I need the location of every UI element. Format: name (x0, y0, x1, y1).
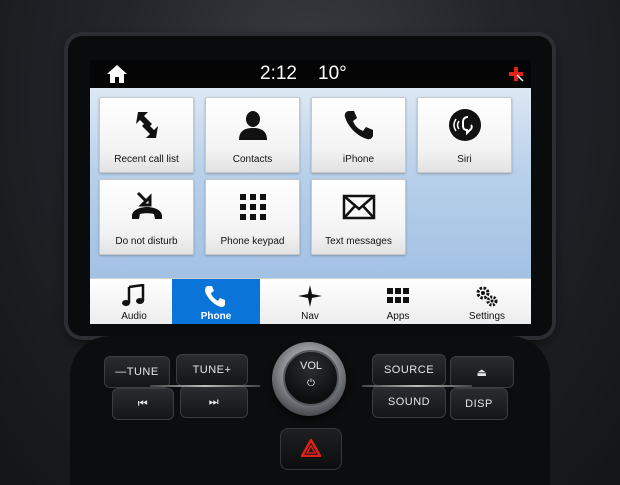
tune-up-button[interactable]: TUNE+ (176, 354, 248, 386)
nav-label: Settings (468, 311, 506, 322)
keypad-grid-icon (236, 190, 270, 224)
trim-strip (362, 385, 472, 387)
contact-person-icon (236, 108, 270, 142)
tile-label: Do not disturb (115, 236, 178, 247)
tile-label: Siri (457, 154, 472, 165)
tile-label: iPhone (342, 154, 375, 165)
recent-calls-icon (130, 108, 164, 142)
envelope-icon (342, 190, 376, 224)
tile-do-not-disturb[interactable]: Do not disturb (99, 179, 194, 255)
outside-temperature: 10° (318, 63, 347, 84)
phone-menu-area: Recent call list Contacts iPhone Siri Do… (90, 88, 531, 278)
power-icon: ⏻ (307, 378, 315, 389)
status-bar: 2:12 10° (90, 60, 531, 88)
volume-knob-face[interactable]: VOL ⏻ (283, 350, 339, 406)
tile-label: Phone keypad (220, 236, 285, 247)
nav-audio[interactable]: Audio (90, 279, 178, 324)
seek-forward-button[interactable]: ⏭ (180, 386, 248, 418)
nav-navigation[interactable]: Nav (266, 279, 354, 324)
tile-label: Text messages (325, 236, 392, 247)
tile-siri[interactable]: Siri (417, 97, 512, 173)
source-button[interactable]: SOURCE (372, 354, 446, 386)
clock: 2:12 (260, 63, 297, 84)
tile-label: Contacts (232, 154, 273, 165)
phone-handset-icon (203, 284, 229, 308)
hazard-button[interactable] (280, 428, 342, 470)
sound-button[interactable]: SOUND (372, 386, 446, 418)
disp-button[interactable]: DISP (450, 388, 508, 420)
tile-phone-keypad[interactable]: Phone keypad (205, 179, 300, 255)
bottom-nav-bar: Audio Phone Nav Apps Settings (90, 278, 531, 324)
nav-phone[interactable]: Phone (172, 279, 260, 324)
music-note-icon (121, 283, 147, 308)
tile-contacts[interactable]: Contacts (205, 97, 300, 173)
home-icon[interactable] (106, 64, 128, 84)
apps-grid-icon (385, 284, 411, 308)
gears-icon (474, 284, 500, 308)
seek-back-button[interactable]: ⏮ (112, 388, 174, 420)
tile-text-messages[interactable]: Text messages (311, 179, 406, 255)
tune-down-button[interactable]: —TUNE (104, 356, 170, 388)
eject-button[interactable]: ⏏ (450, 356, 514, 388)
nav-label: Phone (200, 311, 232, 322)
trim-strip (150, 385, 260, 387)
tile-recent-call-list[interactable]: Recent call list (99, 97, 194, 173)
touchscreen: 2:12 10° Recent call list Contacts iPhon… (90, 60, 531, 324)
nav-label: Nav (301, 311, 319, 322)
vol-label: VOL (299, 360, 322, 372)
hazard-triangle-icon (301, 439, 321, 457)
emergency-assist-icon (508, 66, 524, 82)
nav-label: Audio (121, 311, 147, 322)
phone-handset-icon (342, 108, 376, 142)
do-not-disturb-icon (130, 190, 164, 224)
tile-label: Recent call list (114, 154, 179, 165)
tile-iphone[interactable]: iPhone (311, 97, 406, 173)
nav-settings[interactable]: Settings (443, 279, 531, 324)
nav-apps[interactable]: Apps (354, 279, 442, 324)
nav-label: Apps (386, 311, 410, 322)
siri-voice-icon (448, 108, 482, 142)
compass-star-icon (297, 284, 323, 308)
